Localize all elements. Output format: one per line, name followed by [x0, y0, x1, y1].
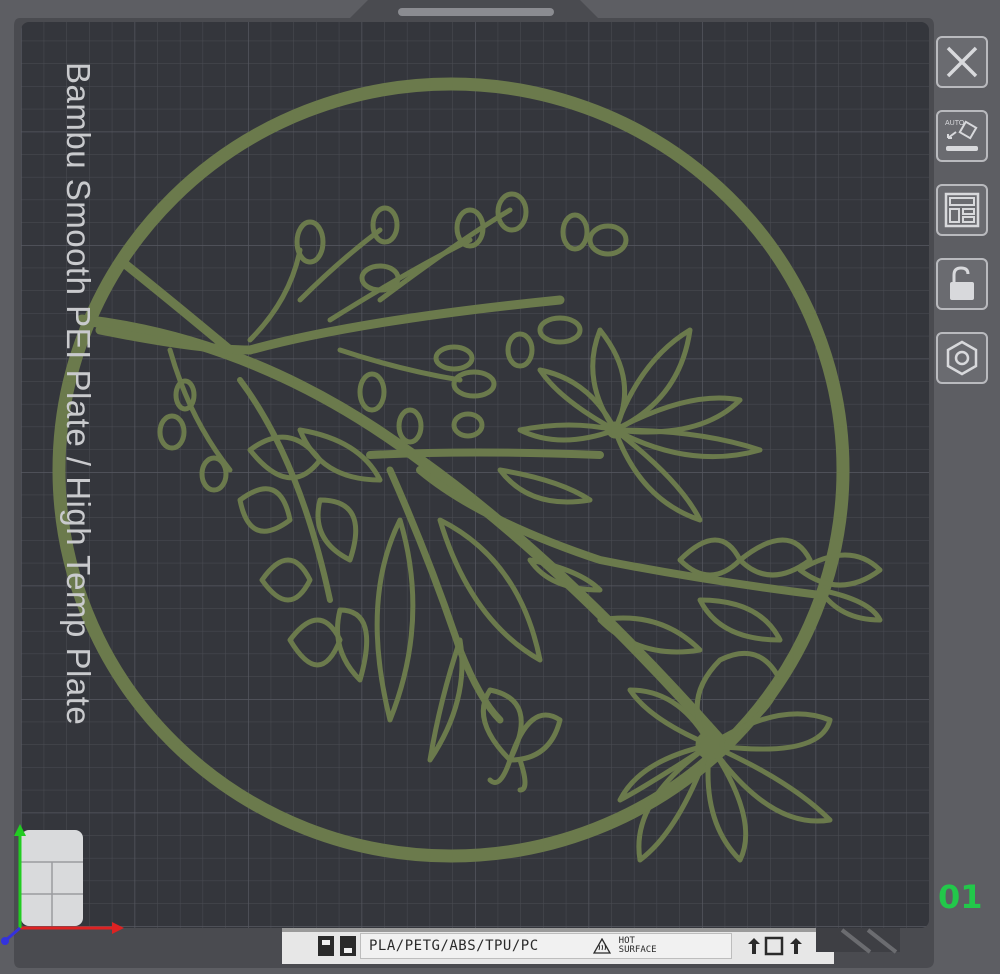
plate-handle — [398, 8, 554, 16]
plate-orientation-marks — [746, 934, 806, 958]
close-button[interactable] — [936, 36, 988, 88]
plate-material-strip: PLA/PETG/ABS/TPU/PC HOT SURFACE — [360, 933, 732, 959]
hot-line-2: SURFACE — [618, 945, 657, 955]
arrange-button[interactable] — [936, 184, 988, 236]
svg-text:AUTO: AUTO — [945, 120, 965, 127]
lock-open-icon — [950, 266, 974, 300]
hot-surface-text: HOT SURFACE — [619, 937, 657, 955]
arrange-icon — [944, 192, 980, 228]
material-label: PLA/PETG/ABS/TPU/PC — [369, 938, 539, 954]
plate-toolbar: AUTO — [936, 36, 992, 406]
hex-settings-icon — [946, 340, 978, 376]
auto-orient-icon: AUTO — [945, 120, 978, 151]
settings-button[interactable] — [936, 332, 988, 384]
plate-number: 01 — [938, 878, 983, 916]
corner-tab — [816, 928, 900, 952]
auto-orient-button[interactable]: AUTO — [936, 110, 988, 162]
hot-surface-icon — [592, 937, 611, 954]
close-icon — [946, 46, 978, 78]
lock-button[interactable] — [936, 258, 988, 310]
plate-viewport[interactable] — [0, 0, 1000, 974]
plate-name-label: Bambu Smooth PEI Plate / High Temp Plate — [60, 62, 97, 726]
